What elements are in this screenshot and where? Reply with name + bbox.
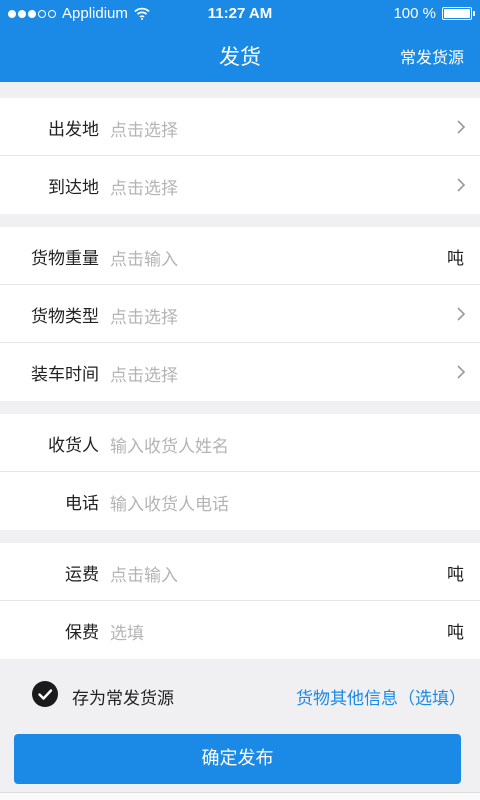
other-info-link[interactable]: 货物其他信息（选填） xyxy=(296,684,466,709)
consignee-name-input[interactable]: 输入收货人姓名 xyxy=(110,432,229,457)
save-frequent-checkbox[interactable] xyxy=(32,681,58,707)
consignee-phone-input[interactable]: 输入收货人电话 xyxy=(110,490,229,515)
row-label: 货物重量 xyxy=(31,249,99,269)
row-label: 收货人 xyxy=(48,436,99,456)
battery-percent: 100 % xyxy=(393,5,436,22)
nav-bar: 发货 常发货源 xyxy=(0,28,480,82)
save-frequent-label[interactable]: 存为常发货源 xyxy=(72,684,174,709)
weight-row[interactable]: 货物重量 点击输入 吨 xyxy=(0,227,480,285)
frequent-sources-button[interactable]: 常发货源 xyxy=(400,44,464,68)
weight-input[interactable]: 点击输入 xyxy=(110,245,178,270)
loading-time-select[interactable]: 点击选择 xyxy=(110,361,178,386)
freight-input[interactable]: 点击输入 xyxy=(110,561,178,586)
row-label: 运费 xyxy=(65,565,99,585)
destination-row[interactable]: 到达地 点击选择 xyxy=(0,156,480,214)
fees-group: 运费 点击输入 吨 保费 选填 吨 xyxy=(0,543,480,659)
battery-icon xyxy=(442,7,475,20)
status-right: 100 % xyxy=(393,5,475,22)
destination-select[interactable]: 点击选择 xyxy=(110,174,178,199)
row-label: 保费 xyxy=(65,623,99,643)
insurance-row[interactable]: 保费 选填 吨 xyxy=(0,601,480,659)
chevron-right-icon xyxy=(457,178,466,192)
unit-label: 吨 xyxy=(447,565,464,585)
consignee-group: 收货人 输入收货人姓名 电话 输入收货人电话 xyxy=(0,414,480,530)
insurance-input[interactable]: 选填 xyxy=(110,619,144,644)
bottom-tab-bar xyxy=(0,792,480,800)
status-bar: Applidium 11:27 AM 100 % xyxy=(0,0,480,28)
checkmark-icon xyxy=(38,689,53,700)
unit-label: 吨 xyxy=(447,249,464,269)
loading-time-row[interactable]: 装车时间 点击选择 xyxy=(0,343,480,401)
submit-button[interactable]: 确定发布 xyxy=(14,734,461,784)
cargo-group: 货物重量 点击输入 吨 货物类型 点击选择 装车时间 点击选择 xyxy=(0,227,480,401)
cargo-type-row[interactable]: 货物类型 点击选择 xyxy=(0,285,480,343)
row-label: 出发地 xyxy=(48,120,99,140)
row-label: 到达地 xyxy=(48,178,99,198)
row-label: 货物类型 xyxy=(31,307,99,327)
chevron-right-icon xyxy=(457,365,466,379)
chevron-right-icon xyxy=(457,120,466,134)
route-group: 出发地 点击选择 到达地 点击选择 xyxy=(0,98,480,214)
row-label: 电话 xyxy=(65,494,99,514)
unit-label: 吨 xyxy=(447,623,464,643)
consignee-phone-row[interactable]: 电话 输入收货人电话 xyxy=(0,472,480,530)
options-row: 存为常发货源 货物其他信息（选填） xyxy=(0,662,480,724)
origin-select[interactable]: 点击选择 xyxy=(110,116,178,141)
freight-row[interactable]: 运费 点击输入 吨 xyxy=(0,543,480,601)
chevron-right-icon xyxy=(457,307,466,321)
cargo-type-select[interactable]: 点击选择 xyxy=(110,303,178,328)
origin-row[interactable]: 出发地 点击选择 xyxy=(0,98,480,156)
row-label: 装车时间 xyxy=(31,365,99,385)
consignee-name-row[interactable]: 收货人 输入收货人姓名 xyxy=(0,414,480,472)
